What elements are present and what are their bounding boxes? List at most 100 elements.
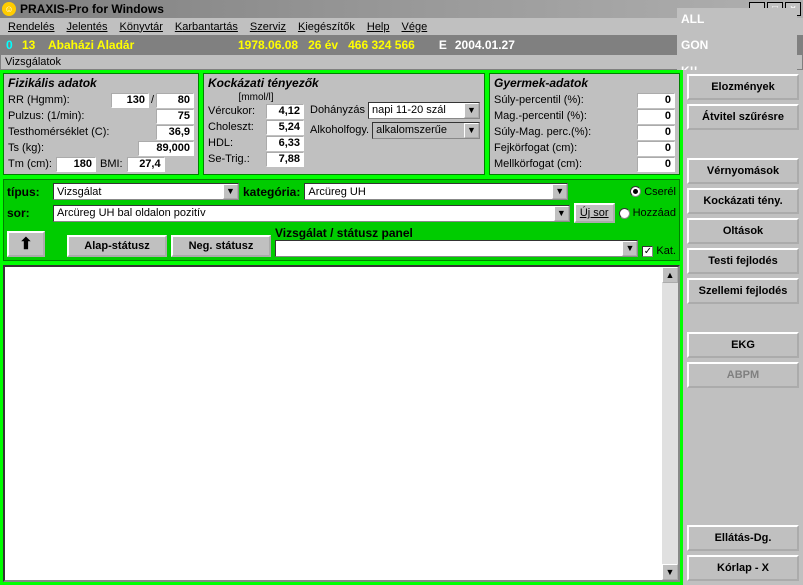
rr2-field[interactable]: 80 <box>156 93 194 108</box>
menu-vege[interactable]: Vége <box>398 21 432 33</box>
elozmenyek-button[interactable]: Elozmények <box>687 74 799 100</box>
chevron-down-icon: ▼ <box>552 184 567 199</box>
ekg-button[interactable]: EKG <box>687 332 799 358</box>
fk-field[interactable]: 0 <box>637 141 675 156</box>
smp-field[interactable]: 0 <box>637 125 675 140</box>
child-header: Gyermek-adatok <box>494 76 675 90</box>
bmi-label: BMI: <box>100 158 123 170</box>
alc-label: Alkoholfogy. <box>310 124 369 136</box>
rr1-field[interactable]: 130 <box>111 93 149 108</box>
szellemi-button[interactable]: Szellemi fejlodés <box>687 278 799 304</box>
info-gon: GON <box>681 38 793 52</box>
atvitel-button[interactable]: Átvitel szűrésre <box>687 104 799 130</box>
menu-szerviz[interactable]: Szerviz <box>246 21 290 33</box>
kategoria-combo[interactable]: Arcüreg UH▼ <box>304 183 568 200</box>
alc-combo[interactable]: alkalomszerűe▼ <box>372 122 480 139</box>
temp-field[interactable]: 36,9 <box>156 125 194 140</box>
rr-label: RR (Hgmm): <box>8 94 111 106</box>
menu-kiegeszitok[interactable]: Kiegészítők <box>294 21 359 33</box>
menu-karbantartas[interactable]: Karbantartás <box>171 21 242 33</box>
pulse-label: Pulzus: (1/min): <box>8 110 156 122</box>
info-dob: 1978.06.08 <box>238 38 298 52</box>
chevron-down-icon: ▼ <box>223 184 238 199</box>
window-title: PRAXIS-Pro for Windows <box>20 2 749 16</box>
info-date: 2004.01.27 <box>455 38 515 52</box>
trig-label: Se-Trig.: <box>208 153 266 165</box>
smp-label: Súly-Mag. perc.(%): <box>494 126 637 138</box>
menu-rendeles[interactable]: Rendelés <box>4 21 59 33</box>
chol-label: Choleszt: <box>208 121 266 133</box>
hdl-field[interactable]: 6,33 <box>266 136 304 151</box>
patient-info-bar: 0 13 Abaházi Aladár 1978.06.08 26 év 466… <box>0 36 803 54</box>
risk-header: Kockázati tényezők <box>208 76 480 90</box>
info-e: E <box>439 38 447 52</box>
tm-field[interactable]: 180 <box>56 157 96 172</box>
info-id0: 0 <box>6 38 22 52</box>
testi-button[interactable]: Testi fejlodés <box>687 248 799 274</box>
exam-textarea[interactable]: ▲ ▼ <box>3 265 680 582</box>
exam-controls: típus: Vizsgálat▼ kategória: Arcüreg UH▼… <box>3 179 680 261</box>
sor-combo[interactable]: Arcüreg UH bal oldalon pozitív▼ <box>53 205 570 222</box>
kategoria-label: kategória: <box>243 185 300 199</box>
tipus-combo[interactable]: Vizsgálat▼ <box>53 183 239 200</box>
kockazati-button[interactable]: Kockázati tény. <box>687 188 799 214</box>
scroll-up-icon[interactable]: ▲ <box>662 267 678 283</box>
smoke-label: Dohányzás <box>310 104 365 116</box>
chevron-down-icon: ▼ <box>464 103 479 118</box>
alap-statusz-button[interactable]: Alap-státusz <box>67 235 167 257</box>
abpm-button[interactable]: ABPM <box>687 362 799 388</box>
menu-jelentes[interactable]: Jelentés <box>63 21 112 33</box>
hozzaad-radio[interactable]: Hozzáad <box>619 207 676 219</box>
smoke-combo[interactable]: napi 11-20 szál▼ <box>368 102 480 119</box>
pulse-field[interactable]: 75 <box>156 109 194 124</box>
chol-field[interactable]: 5,24 <box>266 120 304 135</box>
temp-label: Testhomérséklet (C): <box>8 126 156 138</box>
trig-field[interactable]: 7,88 <box>266 152 304 167</box>
panel-combo[interactable]: ▼ <box>275 240 638 257</box>
vcuk-label: Vércukor: <box>208 105 266 117</box>
tipus-label: típus: <box>7 185 49 199</box>
sp-field[interactable]: 0 <box>637 93 675 108</box>
mk-field[interactable]: 0 <box>637 157 675 172</box>
chevron-down-icon: ▼ <box>464 123 479 138</box>
scroll-down-icon[interactable]: ▼ <box>662 564 678 580</box>
info-age: 26 év <box>308 38 338 52</box>
child-data-group: Gyermek-adatok Súly-percentil (%):0 Mag.… <box>489 73 680 175</box>
korlap-button[interactable]: Kórlap - X <box>687 555 799 581</box>
hdl-label: HDL: <box>208 137 266 149</box>
kat-checkbox[interactable]: Kat. <box>642 245 676 257</box>
sp-label: Súly-percentil (%): <box>494 94 637 106</box>
unit-label: [mmol/l] <box>208 92 304 103</box>
info-id1: 13 <box>22 38 48 52</box>
ujsor-button[interactable]: Új sor <box>574 203 615 223</box>
scrollbar[interactable]: ▲ ▼ <box>662 267 678 580</box>
menu-help[interactable]: Help <box>363 21 394 33</box>
up-arrow-button[interactable]: ⬆ <box>7 231 45 257</box>
neg-statusz-button[interactable]: Neg. státusz <box>171 235 271 257</box>
oltasok-button[interactable]: Oltások <box>687 218 799 244</box>
cserel-radio[interactable]: Cserél <box>630 186 676 198</box>
fk-label: Fejkörfogat (cm): <box>494 142 637 154</box>
right-button-panel: Elozmények Átvitel szűrésre Vérnyomások … <box>683 70 803 585</box>
tm-label: Tm (cm): <box>8 158 52 170</box>
vcuk-field[interactable]: 4,12 <box>266 104 304 119</box>
chevron-down-icon: ▼ <box>554 206 569 221</box>
bmi-field[interactable]: 27,4 <box>127 157 165 172</box>
mp-field[interactable]: 0 <box>637 109 675 124</box>
mp-label: Mag.-percentil (%): <box>494 110 637 122</box>
mk-label: Mellkörfogat (cm): <box>494 158 637 170</box>
risk-factors-group: Kockázati tényezők [mmol/l] Vércukor:4,1… <box>203 73 485 175</box>
info-all: ALL <box>681 12 793 26</box>
physical-header: Fizikális adatok <box>8 76 194 90</box>
ellatas-button[interactable]: Ellátás-Dg. <box>687 525 799 551</box>
info-ssn: 466 324 566 <box>348 38 415 52</box>
info-name: Abaházi Aladár <box>48 38 238 52</box>
vernyomasok-button[interactable]: Vérnyomások <box>687 158 799 184</box>
panel-label: Vizsgálat / státusz panel <box>275 226 638 240</box>
app-icon: ☺ <box>2 2 16 16</box>
ts-field[interactable]: 89,000 <box>138 141 194 156</box>
ts-label: Ts (kg): <box>8 142 138 154</box>
chevron-down-icon: ▼ <box>622 241 637 256</box>
physical-data-group: Fizikális adatok RR (Hgmm):130/80 Pulzus… <box>3 73 199 175</box>
menu-konyvtar[interactable]: Könyvtár <box>115 21 166 33</box>
